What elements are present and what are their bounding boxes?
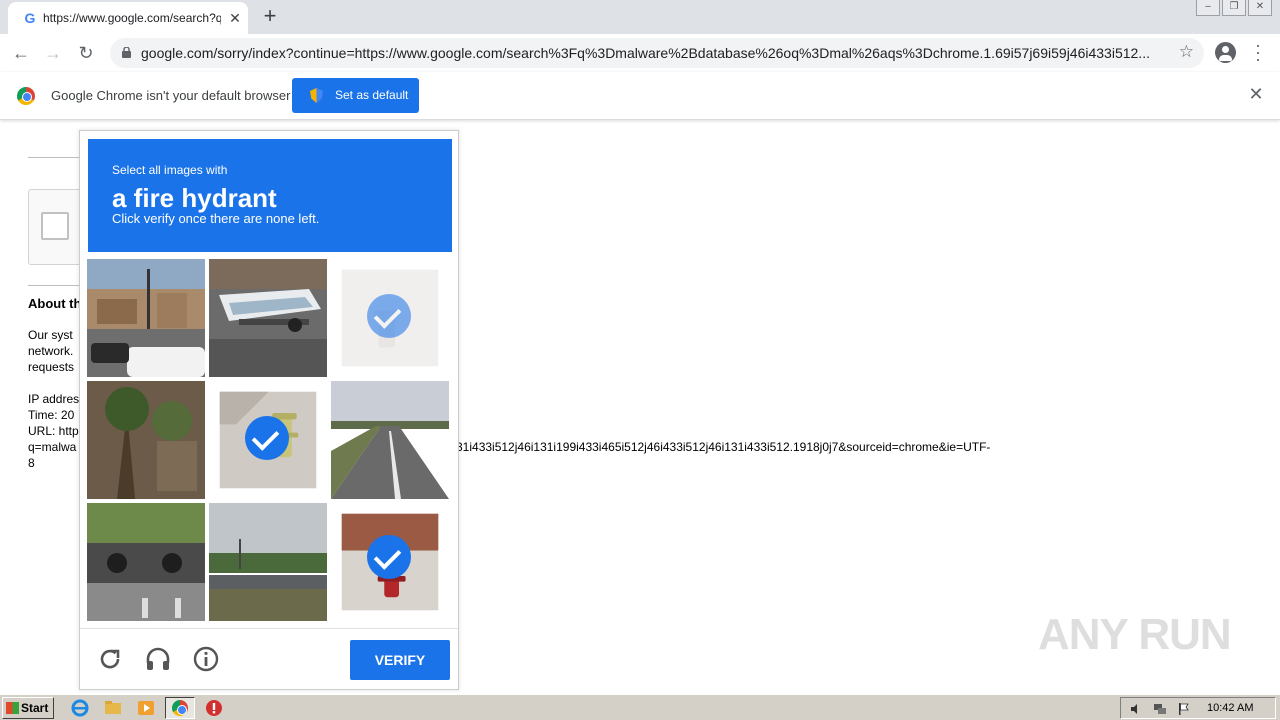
infobar-message: Google Chrome isn't your default browser [51,88,291,103]
info-icon[interactable] [192,645,220,673]
taskbar-clock: 10:42 AM [1207,702,1254,714]
street-intersection-image [87,259,205,377]
ip-address-line: IP addres [28,392,80,406]
default-browser-infobar: Google Chrome isn't your default browser… [0,72,1280,120]
url-line: 8 [28,456,35,470]
tab-title: https://www.google.com/search?q= [43,11,221,25]
instruction-subtext: Click verify once there are none left. [112,211,320,226]
railing-field-image [209,503,327,621]
chrome-taskbar-icon [172,700,188,716]
selected-check-icon [245,416,289,460]
sorry-text-line: network. [28,344,74,358]
url-text: google.com/sorry/index?continue=https://… [141,45,1150,61]
bookmark-star-icon[interactable]: ☆ [1179,42,1194,62]
time-line: Time: 20 [28,408,75,422]
recaptcha-checkbox[interactable] [41,212,69,240]
url-line: q=malwa [28,440,77,454]
google-favicon-icon: G [24,10,36,26]
audio-icon[interactable] [144,645,172,673]
forward-icon[interactable]: → [40,40,66,66]
recaptcha-challenge: Select all images with a fire hydrant Cl… [79,130,459,690]
new-tab-button[interactable]: + [258,5,282,29]
instruction-prefix: Select all images with [112,163,228,177]
infobar-close-icon[interactable]: ✕ [1246,84,1266,104]
highway-image [331,381,449,499]
about-heading: About th [28,296,82,311]
captcha-tile-7[interactable] [87,503,205,621]
verify-button[interactable]: VERIFY [350,640,450,680]
volume-icon[interactable] [1129,702,1143,716]
challenge-header: Select all images with a fire hydrant Cl… [88,139,452,252]
tab-strip: G https://www.google.com/search?q= ✕ + –… [0,0,1280,34]
set-as-default-label: Set as default [335,88,409,102]
parked-motorcycles-image [87,503,205,621]
anyrun-watermark: ANY RUN [1038,610,1232,659]
internet-explorer-icon[interactable] [70,698,90,718]
windows-taskbar: Start 10:42 AM [0,694,1280,720]
back-icon[interactable]: ← [8,40,34,66]
instruction-target: a fire hydrant [112,183,277,213]
selected-check-icon [367,535,411,579]
reload-page-icon[interactable]: ↻ [73,40,99,66]
window-controls: – ❐ ✕ [1196,0,1272,18]
url-line-tail: 31i433i512j46i131i199i433i465i512j46i433… [456,440,991,454]
reload-icon[interactable] [96,645,124,673]
minimize-button[interactable]: – [1196,0,1220,16]
start-button[interactable]: Start [2,697,54,719]
set-as-default-button[interactable]: Set as default [292,78,419,113]
browser-tab[interactable]: G https://www.google.com/search?q= ✕ [8,2,248,34]
address-bar[interactable]: google.com/sorry/index?continue=https://… [110,38,1204,68]
url-line: URL: http [28,424,79,438]
stop-sign-icon[interactable] [204,698,224,718]
action-center-flag-icon[interactable] [1177,702,1191,716]
windows-logo-icon [6,702,19,714]
profile-avatar-icon[interactable] [1215,42,1236,63]
selected-check-icon [367,294,411,338]
sorry-text-line: Our syst [28,328,73,342]
network-icon[interactable] [1153,702,1167,716]
palm-trees-image [87,381,205,499]
captcha-tile-8[interactable] [209,503,327,621]
chrome-taskbar-button[interactable] [165,697,195,719]
chrome-logo-icon [17,87,35,105]
chrome-menu-icon[interactable]: · · · [1250,36,1266,68]
close-window-button[interactable]: ✕ [1248,0,1272,16]
media-player-icon[interactable] [136,698,156,718]
file-explorer-icon[interactable] [103,698,123,718]
captcha-tile-4[interactable] [87,381,205,499]
system-tray: 10:42 AM [1120,697,1276,719]
captcha-tile-6[interactable] [331,381,449,499]
tab-close-icon[interactable]: ✕ [225,8,245,28]
sorry-text-line: requests [28,360,75,374]
captcha-tile-2[interactable] [209,259,327,377]
lock-icon [122,47,131,58]
start-label: Start [21,701,49,715]
captcha-tile-1[interactable] [87,259,205,377]
uac-shield-icon [310,88,323,103]
boat-trailer-image [209,259,327,377]
restore-button[interactable]: ❐ [1222,0,1246,16]
browser-toolbar: ← → ↻ google.com/sorry/index?continue=ht… [0,34,1280,72]
challenge-footer: VERIFY [80,628,458,690]
